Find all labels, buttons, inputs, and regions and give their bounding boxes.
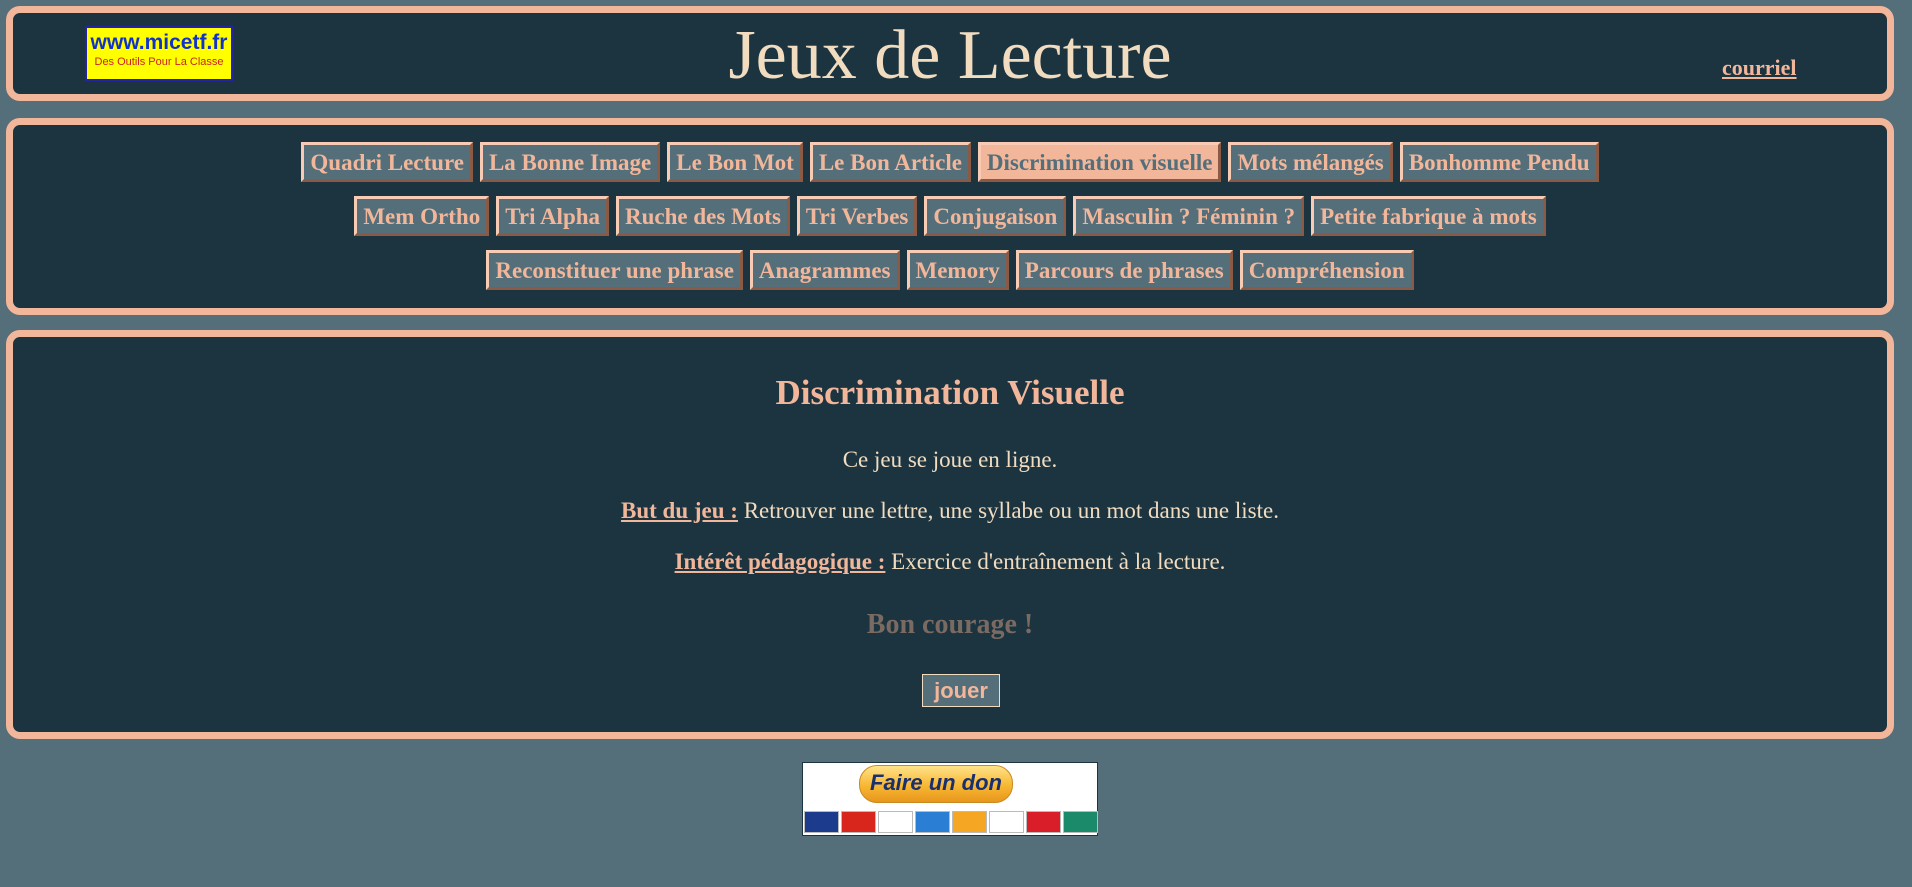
game-goal: But du jeu : Retrouver une lettre, une s… — [13, 498, 1887, 524]
nav-button-mots-melanges[interactable]: Mots mélangés — [1228, 142, 1393, 182]
payment-cards — [804, 811, 1098, 833]
nav-button-la-bonne-image[interactable]: La Bonne Image — [479, 142, 661, 182]
nav-row: Reconstituer une phrase Anagrammes Memory P… — [13, 250, 1887, 290]
nav-button-mem-ortho[interactable]: Mem Ortho — [354, 196, 490, 236]
nav-row: Quadri Lecture La Bonne Image Le Bon Mot Le… — [13, 142, 1887, 182]
donate-widget: Faire un don — [802, 762, 1098, 836]
nav-button-discrimination-visuelle[interactable]: Discrimination visuelle — [977, 142, 1222, 182]
donate-button[interactable]: Faire un don — [859, 765, 1013, 803]
amex-card-icon — [915, 811, 950, 833]
nav-button-tri-verbes[interactable]: Tri Verbes — [796, 196, 918, 236]
nav-button-parcours-de-phrases[interactable]: Parcours de phrases — [1015, 250, 1233, 290]
nav-button-bonhomme-pendu[interactable]: Bonhomme Pendu — [1399, 142, 1599, 182]
interest-label: Intérêt pédagogique : — [674, 549, 886, 574]
page-title: Jeux de Lecture — [728, 17, 1172, 94]
header-panel: www.micetf.fr Des Outils Pour La Classe … — [6, 6, 1894, 101]
encouragement-text: Bon courage ! — [866, 609, 1034, 640]
game-description-panel: Discrimination Visuelle Ce jeu se joue e… — [6, 330, 1894, 739]
goal-text: Retrouver une lettre, une syllabe ou un … — [737, 498, 1279, 523]
nav-button-quadri-lecture[interactable]: Quadri Lecture — [301, 142, 473, 182]
nav-button-le-bon-article[interactable]: Le Bon Article — [809, 142, 971, 182]
maestro-card-icon — [804, 811, 839, 833]
nav-button-conjugaison[interactable]: Conjugaison — [924, 196, 1067, 236]
nav-button-petite-fabrique-a-mots[interactable]: Petite fabrique à mots — [1311, 196, 1546, 236]
interest-text: Exercice d'entraînement à la lecture. — [885, 549, 1226, 574]
nav-button-le-bon-mot[interactable]: Le Bon Mot — [667, 142, 803, 182]
game-interest: Intérêt pédagogique : Exercice d'entraîn… — [13, 549, 1887, 575]
play-button[interactable]: jouer — [922, 674, 1000, 707]
nav-button-masculin-feminin[interactable]: Masculin ? Féminin ? — [1073, 196, 1305, 236]
game-title: Discrimination Visuelle — [775, 373, 1125, 412]
4-etoiles-card-icon — [1026, 811, 1061, 833]
nav-button-tri-alpha[interactable]: Tri Alpha — [496, 196, 610, 236]
cb-card-icon — [1063, 811, 1098, 833]
contact-link[interactable]: courriel — [1722, 55, 1797, 81]
nav-button-memory[interactable]: Memory — [906, 250, 1009, 290]
aurore-card-icon — [952, 811, 987, 833]
nav-button-ruche-des-mots[interactable]: Ruche des Mots — [616, 196, 790, 236]
goal-label: But du jeu : — [621, 498, 738, 523]
cofinoga-card-icon — [989, 811, 1024, 833]
mastercard-icon — [841, 811, 876, 833]
games-nav-panel: Quadri Lecture La Bonne Image Le Bon Mot Le… — [6, 118, 1894, 315]
nav-button-reconstituer-une-phrase[interactable]: Reconstituer une phrase — [486, 250, 743, 290]
nav-button-anagrammes[interactable]: Anagrammes — [749, 250, 900, 290]
nav-row: Mem Ortho Tri Alpha Ruche des Mots Tri Verb… — [13, 196, 1887, 236]
visa-card-icon — [878, 811, 913, 833]
nav-button-comprehension[interactable]: Compréhension — [1239, 250, 1414, 290]
game-intro: Ce jeu se joue en ligne. — [842, 447, 1058, 472]
